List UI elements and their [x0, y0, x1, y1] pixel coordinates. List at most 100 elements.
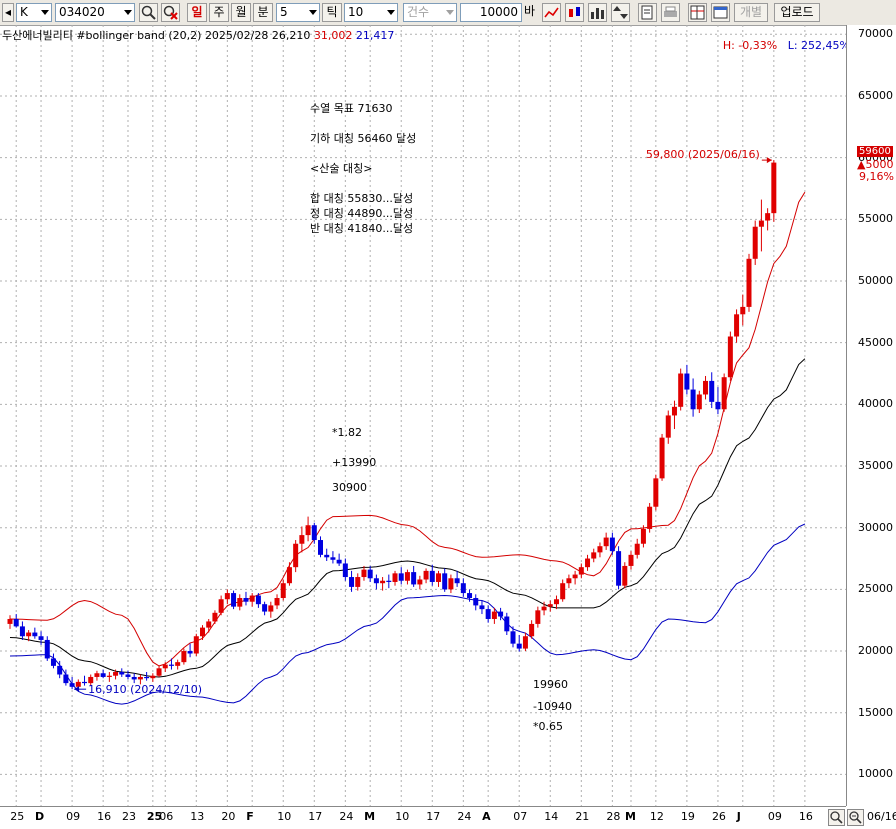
wave-annotation: 반 대칭 41840...달성 [310, 222, 413, 235]
candle-body [311, 525, 317, 541]
stock-code-value: 034020 [59, 5, 105, 19]
candle-body [57, 665, 63, 675]
candle-body [535, 610, 541, 624]
price-tag: 59600 [857, 146, 893, 157]
print-button[interactable] [661, 3, 680, 22]
candle-body [305, 525, 311, 536]
candle-body [771, 162, 777, 214]
y-axis: 10000 15000 20000 25000 30000 35000 40000 45000… [846, 25, 896, 806]
chevron-down-icon [124, 10, 132, 15]
stock-code-input[interactable]: 034020 [55, 3, 135, 22]
count-label: 건수 [407, 5, 430, 19]
candle-body [181, 651, 187, 663]
candle-body [734, 314, 740, 337]
candle-body [94, 673, 100, 677]
candle-body [125, 674, 131, 677]
tick-select[interactable]: 10 [344, 3, 398, 22]
period-type-select[interactable]: K [16, 3, 52, 22]
candle-chart-button[interactable] [565, 3, 584, 22]
grid-button[interactable] [688, 3, 707, 22]
candle-body [491, 611, 497, 619]
arrow-left-icon: ◂ [4, 5, 12, 19]
x-tick-label: 06 [159, 810, 174, 823]
tab-week[interactable]: 주 [209, 3, 229, 22]
tab-tick[interactable]: 틱 [322, 3, 342, 22]
scroll-left-button[interactable]: ◂ [2, 3, 14, 22]
candle-body [150, 675, 156, 679]
candle-body [709, 380, 715, 402]
search-button[interactable] [139, 3, 158, 22]
x-tick-label: 26 [711, 810, 726, 823]
candle-body [504, 616, 510, 632]
upload-button[interactable]: 업로드 [774, 3, 820, 22]
x-tick-label: 16 [798, 810, 813, 823]
candle-body [752, 226, 758, 259]
candle-body [175, 662, 181, 666]
page-button[interactable] [638, 3, 657, 22]
candle-body [591, 552, 597, 559]
y-tick-label: 70000 [858, 27, 893, 41]
chevron-down-icon [387, 10, 395, 15]
candle-body [616, 551, 622, 586]
x-tick-label: D [35, 810, 45, 823]
candle-body [330, 557, 336, 560]
candle-body [324, 554, 330, 558]
min-price-label: 16,910 (2024/12/10) [88, 683, 202, 696]
candle-body [349, 577, 355, 587]
x-tick-label: 28 [606, 810, 621, 823]
reset-button[interactable] [161, 3, 180, 22]
candle-body [26, 632, 32, 637]
candle-body [119, 672, 125, 675]
tab-month[interactable]: 월 [231, 3, 251, 22]
bollinger-bands [9, 191, 806, 705]
individual-button[interactable]: 개별 [734, 3, 768, 22]
candle-body [628, 554, 634, 566]
bollinger-upper-line [9, 191, 806, 667]
tab-minute[interactable]: 분 [253, 3, 273, 22]
candle-body [187, 651, 193, 654]
updown-icon [613, 6, 628, 19]
candle-body [510, 631, 516, 644]
zoom-in-button[interactable] [828, 809, 845, 826]
rise-annotation: *1.82 [332, 426, 362, 439]
x-tick-label: 24 [339, 810, 354, 823]
high-pct: H: -0,33% [722, 39, 778, 52]
candle-body [355, 577, 361, 587]
candle-body [386, 580, 392, 582]
candle-body [392, 573, 398, 582]
candle-body [75, 681, 81, 687]
candle-body [162, 664, 168, 669]
candle-body [653, 478, 659, 507]
count-select[interactable]: 건수 [403, 3, 457, 22]
x-tick-label: M [364, 810, 376, 823]
candle-body [460, 583, 466, 594]
rise-annotation: 30900 [332, 481, 367, 494]
price-pct: 9,16% [859, 170, 894, 183]
candle-body [479, 605, 485, 610]
bar-chart-button[interactable] [588, 3, 607, 22]
line-chart-button[interactable] [542, 3, 561, 22]
window-button[interactable] [711, 3, 730, 22]
candle-body [622, 565, 628, 586]
candle-body [82, 681, 88, 684]
candle-chart-icon [569, 7, 580, 17]
candle-body [522, 636, 528, 649]
candle-body [299, 535, 305, 544]
candles [7, 160, 777, 690]
minute-select[interactable]: 5 [276, 3, 320, 22]
wave-annotation: 수열 목표 71630 [310, 102, 392, 115]
series-name: 두산에너빌리티 #bollinger band [2, 29, 165, 42]
updown-button[interactable] [611, 3, 630, 22]
line-chart-icon [544, 7, 559, 18]
candle-body [293, 543, 299, 568]
zoom-out-button[interactable] [847, 809, 864, 826]
candle-body [32, 632, 38, 637]
count-input[interactable]: 10000 [460, 3, 522, 22]
candle-body [243, 598, 249, 602]
x-tick-label: 07 [513, 810, 528, 823]
tab-day[interactable]: 일 [187, 3, 207, 22]
candle-body [262, 604, 268, 612]
candle-body [634, 543, 640, 555]
y-tick-label: 20000 [858, 644, 893, 658]
chart-info: 두산에너빌리티 #bollinger band (20,2) 2025/02/2… [2, 27, 394, 43]
